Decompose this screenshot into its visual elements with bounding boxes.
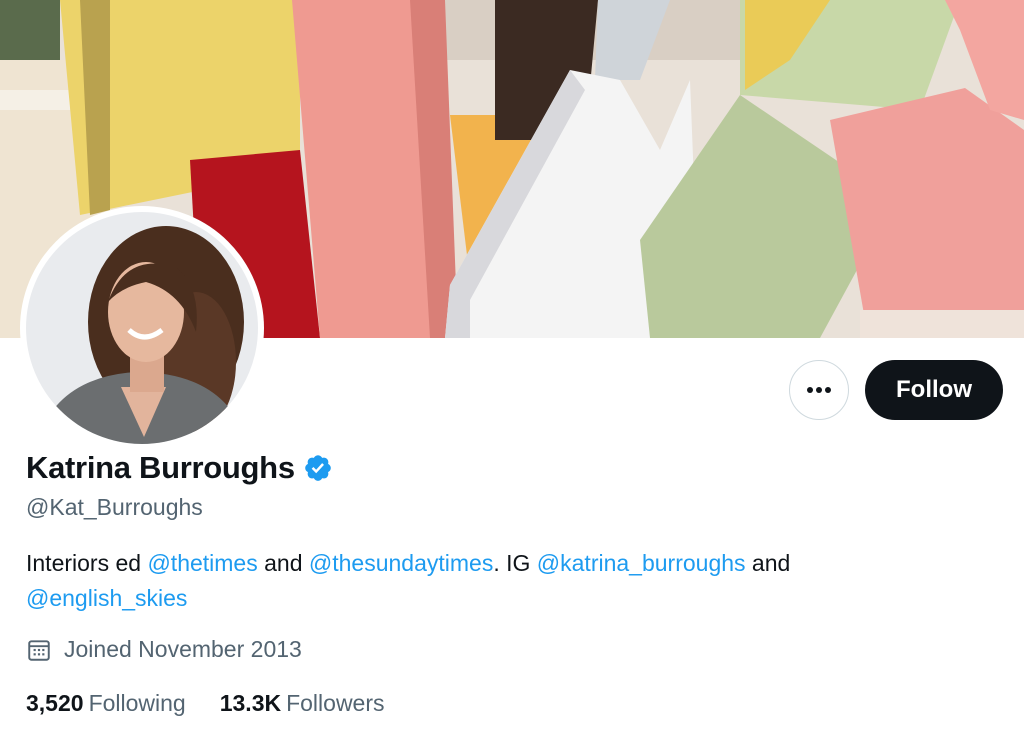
mention-link[interactable]: @thetimes <box>147 550 257 576</box>
profile-name: Katrina Burroughs <box>26 450 295 485</box>
profile-handle: @Kat_Burroughs <box>26 494 203 520</box>
bio-text: Interiors ed <box>26 550 148 576</box>
following-label: Following <box>88 690 186 716</box>
followers-link[interactable]: 13.3K Followers <box>220 690 385 717</box>
profile-stats: 3,520 Following 13.3K Followers <box>26 690 419 717</box>
profile-avatar[interactable] <box>20 206 264 450</box>
mention-link[interactable]: @katrina_burroughs <box>537 550 746 576</box>
bio-text: and <box>257 550 309 576</box>
following-link[interactable]: 3,520 Following <box>26 690 186 717</box>
join-date-text: Joined November 2013 <box>64 636 302 662</box>
bio-text: . IG <box>493 550 537 576</box>
profile-bio: Interiors ed @thetimes and @thesundaytim… <box>26 546 986 616</box>
followers-count: 13.3K <box>219 690 282 716</box>
followers-label: Followers <box>286 690 385 716</box>
bio-text: and <box>745 550 791 576</box>
more-icon <box>807 387 831 393</box>
follow-button[interactable]: Follow <box>865 360 1003 420</box>
following-count: 3,520 <box>26 690 84 716</box>
mention-link[interactable]: @thesundaytimes <box>309 550 493 576</box>
profile-name-row: Katrina Burroughs <box>26 450 333 486</box>
more-options-button[interactable] <box>789 360 849 420</box>
verified-badge-icon[interactable] <box>303 453 333 483</box>
calendar-icon <box>26 637 52 663</box>
avatar-image <box>26 212 258 444</box>
join-date: Joined November 2013 <box>26 636 302 663</box>
mention-link[interactable]: @english_skies <box>26 585 187 611</box>
